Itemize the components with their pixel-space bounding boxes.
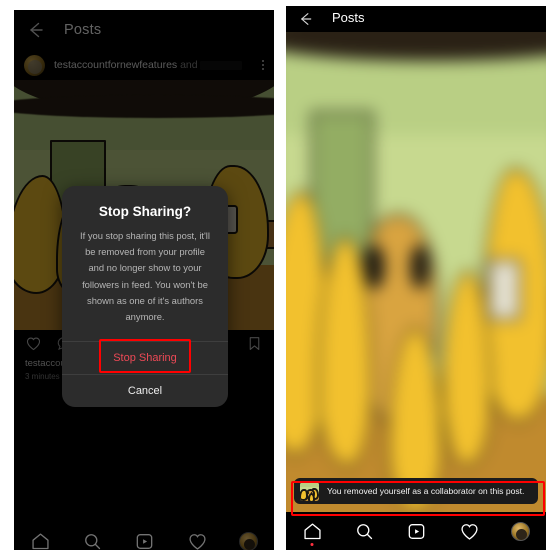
profile-avatar-icon[interactable] [511, 521, 531, 541]
dialog-body: If you stop sharing this post, it'll be … [80, 230, 210, 322]
toast-message: You removed yourself as a collaborator o… [327, 486, 525, 496]
reels-icon[interactable] [134, 531, 155, 551]
dialog-title: Stop Sharing? [98, 204, 192, 219]
search-icon[interactable] [82, 531, 103, 551]
left-phone-panel: Posts testaccountfornewfeatures and [14, 10, 274, 550]
right-page-title: Posts [332, 10, 365, 25]
screenshot-stage: Posts testaccountfornewfeatures and [0, 0, 560, 560]
activity-heart-icon[interactable] [459, 521, 480, 542]
reels-icon[interactable] [406, 521, 427, 542]
home-badge [310, 542, 314, 546]
search-icon[interactable] [354, 521, 375, 542]
profile-avatar-icon[interactable] [239, 531, 259, 550]
cancel-button[interactable]: Cancel [62, 375, 228, 407]
right-phone-panel: Posts You removed yourself as a collabor… [286, 6, 546, 550]
stop-sharing-dialog: Stop Sharing? If you stop sharing this p… [62, 186, 228, 408]
right-bottom-nav [286, 512, 546, 550]
right-back-arrow-icon[interactable] [296, 10, 318, 32]
toast-thumbnail [300, 481, 319, 501]
right-header-bar [286, 6, 546, 32]
stop-sharing-button[interactable]: Stop Sharing [62, 342, 228, 374]
home-icon[interactable] [30, 531, 51, 551]
left-bottom-nav [14, 522, 274, 550]
collaborator-removed-toast[interactable]: You removed yourself as a collaborator o… [294, 478, 538, 504]
home-icon[interactable] [302, 521, 323, 546]
blurred-feed-artwork [286, 6, 546, 543]
activity-heart-icon[interactable] [187, 531, 208, 551]
